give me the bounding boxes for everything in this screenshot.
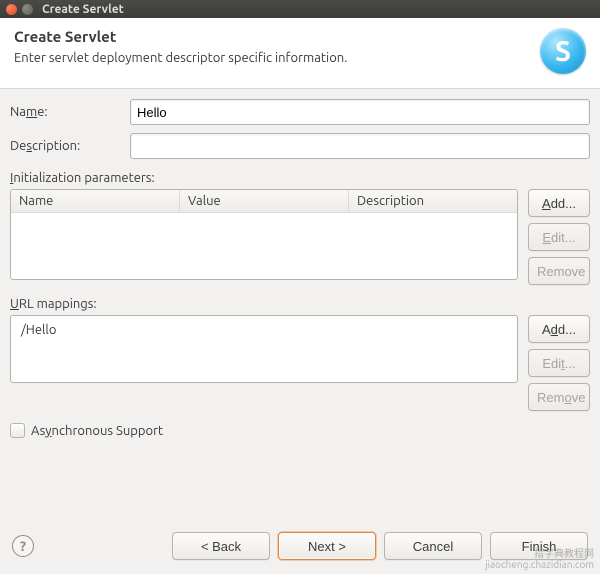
- cancel-button[interactable]: Cancel: [384, 532, 482, 560]
- page-title: Create Servlet: [14, 28, 540, 45]
- name-input[interactable]: [130, 99, 590, 125]
- description-label: Description:: [10, 139, 120, 153]
- async-support-label: Asynchronous Support: [31, 424, 163, 438]
- init-params-table-body[interactable]: [11, 213, 517, 279]
- description-input[interactable]: [130, 133, 590, 159]
- window-titlebar: Create Servlet: [0, 0, 600, 18]
- url-mappings-label: URL mappings:: [10, 297, 590, 311]
- help-icon[interactable]: ?: [12, 535, 34, 557]
- init-params-table-header: Name Value Description: [11, 190, 517, 213]
- url-remove-button: Remove: [528, 383, 590, 411]
- init-edit-button: Edit...: [528, 223, 590, 251]
- url-mappings-list[interactable]: /Hello: [10, 315, 518, 383]
- init-params-table[interactable]: Name Value Description: [10, 189, 518, 280]
- init-col-desc[interactable]: Description: [349, 190, 517, 212]
- init-col-value[interactable]: Value: [180, 190, 349, 212]
- init-params-label: Initialization parameters:: [10, 171, 590, 185]
- page-subtitle: Enter servlet deployment descriptor spec…: [14, 51, 540, 65]
- back-button[interactable]: < Back: [172, 532, 270, 560]
- next-button[interactable]: Next >: [278, 532, 376, 560]
- window-close-button[interactable]: [6, 4, 17, 15]
- url-add-button[interactable]: Add...: [528, 315, 590, 343]
- name-label: Name:: [10, 105, 120, 119]
- window-title: Create Servlet: [42, 3, 124, 16]
- finish-button[interactable]: Finish: [490, 532, 588, 560]
- dialog-footer: ? < Back Next > Cancel Finish: [0, 522, 600, 574]
- window-minimize-button[interactable]: [22, 4, 33, 15]
- async-support-checkbox[interactable]: Asynchronous Support: [10, 423, 590, 438]
- list-item[interactable]: /Hello: [11, 320, 517, 340]
- init-col-name[interactable]: Name: [11, 190, 180, 212]
- checkbox-box[interactable]: [10, 423, 25, 438]
- dialog-header: Create Servlet Enter servlet deployment …: [0, 18, 600, 89]
- init-remove-button: Remove: [528, 257, 590, 285]
- init-add-button[interactable]: Add...: [528, 189, 590, 217]
- url-edit-button: Edit...: [528, 349, 590, 377]
- servlet-icon: S: [540, 28, 586, 74]
